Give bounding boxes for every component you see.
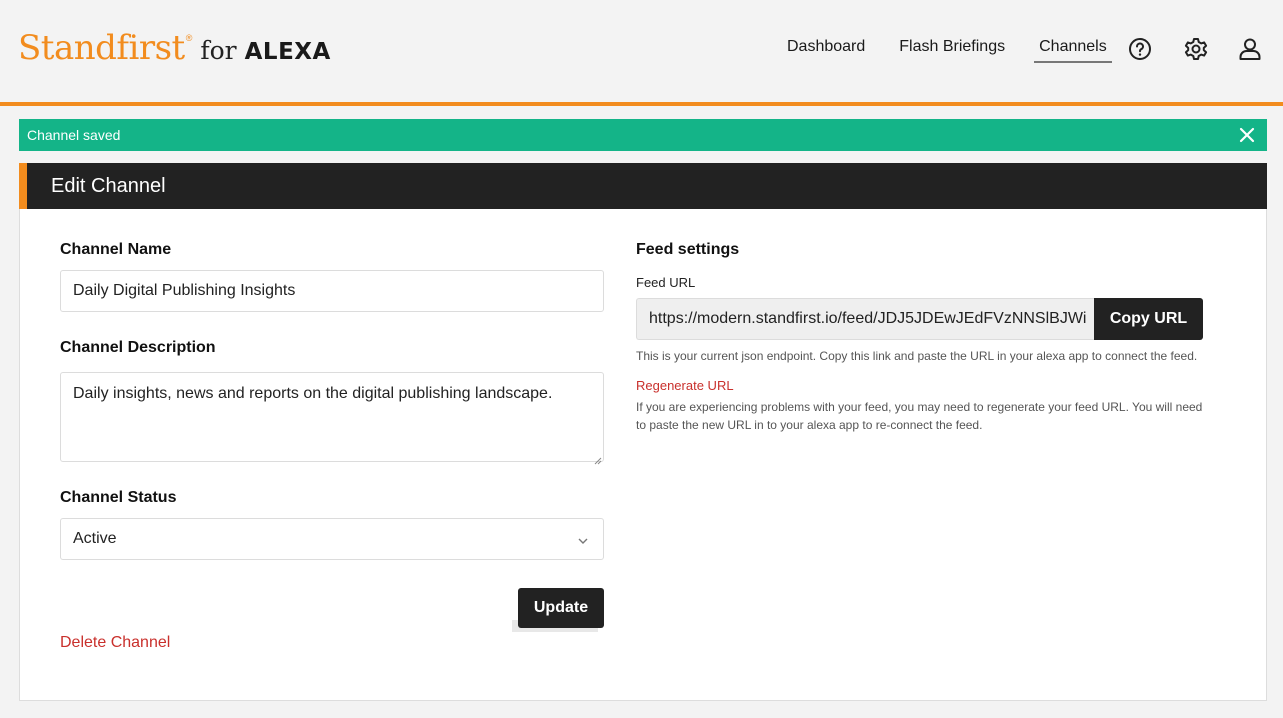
regenerate-url-link[interactable]: Regenerate URL [636,378,734,393]
channel-description-value: Daily insights, news and reports on the … [73,385,553,402]
nav-dashboard[interactable]: Dashboard [782,38,870,61]
brand-product: ALEXA [244,39,331,65]
channel-status-value: Active [73,530,117,547]
close-icon[interactable] [1237,125,1257,145]
feed-url-input[interactable]: https://modern.standfirst.io/feed/JDJ5JD… [636,298,1095,340]
chevron-down-icon [577,534,589,546]
nav-flash-briefings[interactable]: Flash Briefings [894,38,1010,61]
channel-name-value: Daily Digital Publishing Insights [73,282,296,299]
app-header: Standfirst ® for ALEXA Dashboard Flash B… [0,0,1283,103]
channel-status-label: Channel Status [60,489,177,506]
brand-name: Standfirst [18,28,185,68]
channel-description-textarea[interactable]: Daily insights, news and reports on the … [60,372,604,465]
regenerate-help-line-2: to paste the new URL in to your alexa ap… [636,418,983,432]
success-alert: Channel saved [19,119,1267,151]
brand-for-text: for [200,36,237,65]
regenerate-help-line-1: If you are experiencing problems with yo… [636,400,1203,414]
page-title: Edit Channel [51,174,166,197]
channel-description-label: Channel Description [60,339,216,356]
feed-url-value: https://modern.standfirst.io/feed/JDJ5JD… [649,310,1087,327]
gear-icon[interactable] [1183,36,1209,62]
copy-url-button[interactable]: Copy URL [1094,298,1203,340]
channel-name-input[interactable]: Daily Digital Publishing Insights [60,270,604,312]
nav-channels[interactable]: Channels [1034,38,1112,63]
channel-name-label: Channel Name [60,241,172,258]
header-accent-line [0,102,1283,106]
feed-url-help: This is your current json endpoint. Copy… [636,349,1198,363]
update-button[interactable]: Update [518,588,604,628]
resize-grip-icon[interactable] [593,451,602,465]
channel-status-select[interactable]: Active [60,518,604,560]
main-nav: Dashboard Flash Briefings Channels [770,38,1124,64]
help-icon[interactable] [1127,36,1153,62]
alert-message: Channel saved [27,127,121,143]
brand-logo[interactable]: Standfirst ® for ALEXA [18,28,331,72]
feed-url-label: Feed URL [636,275,696,290]
delete-channel-link[interactable]: Delete Channel [60,634,170,652]
brand-reg-mark: ® [185,33,193,43]
feed-settings-heading: Feed settings [636,241,740,258]
panel-header: Edit Channel [19,163,1267,209]
user-icon[interactable] [1237,36,1263,62]
